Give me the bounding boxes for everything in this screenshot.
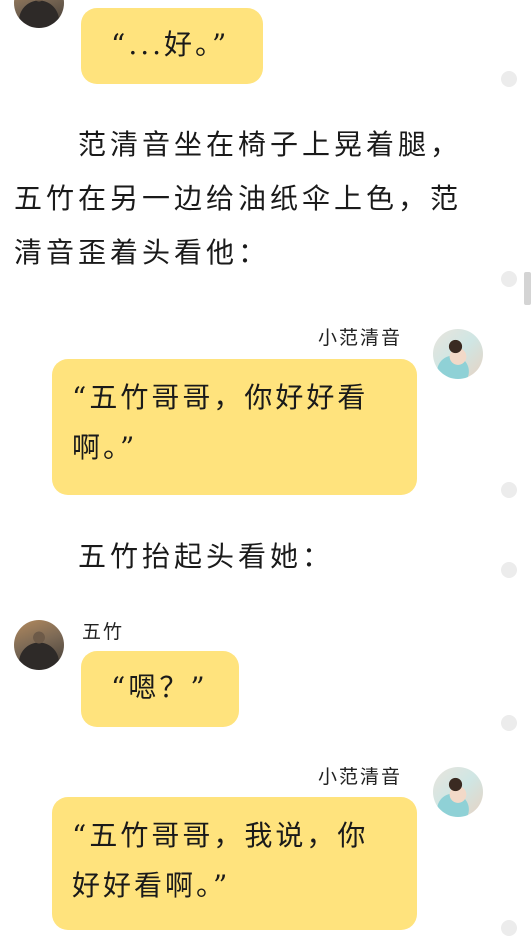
scrollbar-thumb[interactable] (524, 272, 531, 305)
scroll-indicator-dot (501, 920, 517, 936)
scroll-indicator-dot (501, 482, 517, 498)
wuzhu-avatar-top[interactable] (14, 0, 64, 28)
scroll-indicator-dot (501, 715, 517, 731)
speaker-name-wuzhu: 五竹 (82, 621, 125, 643)
scroll-indicator-dot (501, 562, 517, 578)
message-text: “五竹哥哥，我说，你好好看啊。” (72, 819, 369, 902)
narration-paragraph: 范清音坐在椅子上晃着腿，五竹在另一边给油纸伞上色，范清音歪着头看他： (14, 128, 463, 269)
wuzhu-message-bubble-top[interactable]: “...好。” (81, 8, 263, 84)
xiaofan-avatar[interactable] (433, 767, 483, 817)
wuzhu-message-bubble[interactable]: “嗯？” (81, 651, 239, 727)
scroll-indicator-dot (501, 271, 517, 287)
narration-paragraph: 五竹抬起头看她： (14, 540, 335, 573)
scroll-indicator-dot (501, 71, 517, 87)
xiaofan-message-bubble[interactable]: “五竹哥哥，你好好看啊。” (52, 359, 417, 495)
speaker-name-xiaofan: 小范清音 (318, 327, 403, 349)
message-text: “...好。” (111, 28, 230, 61)
xiaofan-avatar[interactable] (433, 329, 483, 379)
message-text: “嗯？” (111, 671, 208, 704)
xiaofan-message-bubble[interactable]: “五竹哥哥，我说，你好好看啊。” (52, 797, 417, 930)
message-text: “五竹哥哥，你好好看啊。” (72, 381, 369, 464)
wuzhu-avatar[interactable] (14, 620, 64, 670)
speaker-name-xiaofan: 小范清音 (318, 766, 403, 788)
